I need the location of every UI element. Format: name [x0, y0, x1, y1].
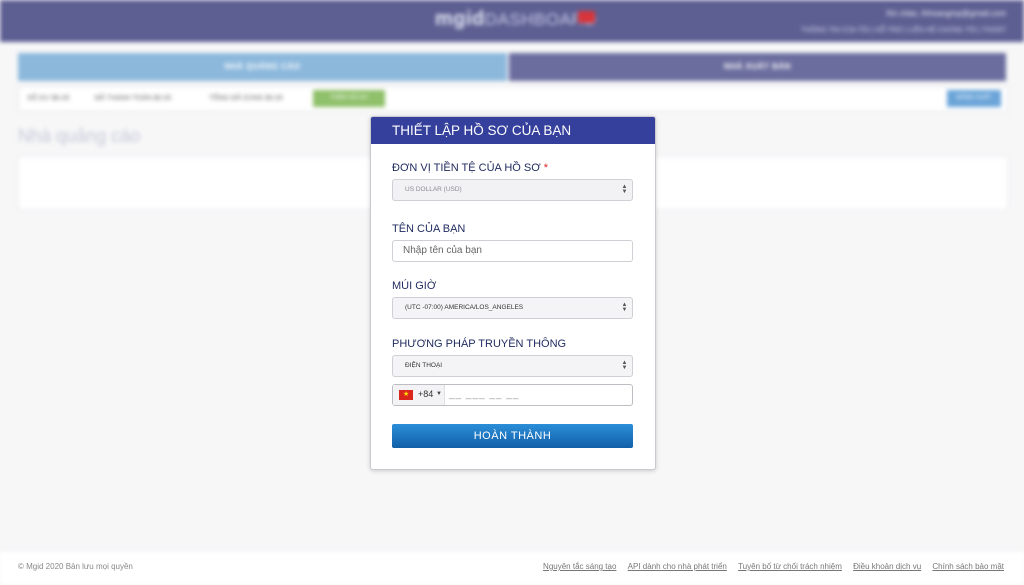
currency-select[interactable]: US DOLLAR (USD) ▲ ▼: [392, 179, 633, 201]
footer-link-disclaimer[interactable]: Tuyên bố từ chối trách nhiệm: [738, 562, 842, 571]
stat-paid: ĐÃ THANH TOÁN $0.00: [95, 95, 172, 102]
up-down-chevron-icon: ▲ ▼: [621, 302, 628, 313]
footer-link-terms[interactable]: Điều khoản dịch vụ: [853, 562, 921, 571]
currency-label-text: ĐƠN VỊ TIỀN TỆ CỦA HỒ SƠ: [392, 162, 541, 174]
phone-placeholder: __ ___ __ __: [449, 389, 520, 400]
method-label: PHƯƠNG PHÁP TRUYỀN THÔNG: [392, 338, 567, 350]
tab-publisher[interactable]: NHÀ XUẤT BẢN: [509, 53, 1006, 81]
name-label: TÊN CỦA BẠN: [392, 223, 466, 235]
required-mark: *: [543, 162, 548, 174]
currency-label: ĐƠN VỊ TIỀN TỆ CỦA HỒ SƠ *: [392, 162, 548, 174]
stat-total: TỔNG ĐÃ DÙNG $0.00: [209, 95, 283, 102]
country-code-dropdown[interactable]: ★ +84 ▼: [393, 385, 445, 405]
method-select-value: ĐIỆN THOẠI: [405, 362, 443, 369]
user-greeting: Xin chào, thhoangmp@gmail.com: [885, 9, 1006, 18]
complete-button[interactable]: HOÀN THÀNH: [392, 424, 633, 448]
tab-advertiser[interactable]: NHÀ QUẢNG CÁO: [18, 53, 507, 81]
language-flag-icon[interactable]: [578, 11, 595, 23]
timezone-select[interactable]: (UTC -07:00) AMERICA/LOS_ANGELES ▲ ▼: [392, 297, 633, 319]
up-down-chevron-icon: ▲ ▼: [621, 360, 628, 371]
up-down-chevron-icon: ▲ ▼: [621, 184, 628, 195]
profile-setup-modal: THIẾT LẬP HỒ SƠ CỦA BẠN ĐƠN VỊ TIỀN TỆ C…: [370, 116, 656, 470]
caret-down-icon: ▼: [436, 391, 442, 397]
vietnam-flag-icon: ★: [399, 390, 413, 400]
name-input[interactable]: Nhập tên của bạn: [392, 240, 633, 262]
method-select[interactable]: ĐIỆN THOẠI ▲ ▼: [392, 355, 633, 377]
role-tabs: NHÀ QUẢNG CÁO NHÀ XUẤT BẢN: [18, 53, 1006, 81]
top-links[interactable]: THÔNG TIN CỦA TÔI | HỖ TRỢ | LIÊN HỆ CHÚ…: [801, 27, 1006, 34]
top-header: mgidDASHBOARD Xin chào, thhoangmp@gmail.…: [0, 0, 1024, 42]
name-placeholder: Nhập tên của bạn: [403, 245, 482, 256]
footer-link-developer-api[interactable]: API dành cho nhà phát triển: [628, 562, 727, 571]
copyright-text: © Mgid 2020 Bản lưu mọi quyền: [18, 562, 133, 571]
footer-link-privacy[interactable]: Chính sách bảo mật: [932, 562, 1004, 571]
phone-input[interactable]: ★ +84 ▼ __ ___ __ __: [392, 384, 633, 406]
dial-code: +84: [418, 389, 434, 399]
modal-title: THIẾT LẬP HỒ SƠ CỦA BẠN: [371, 117, 655, 144]
stats-bar: SỐ DƯ $0.00 ĐÃ THANH TOÁN $0.00 TỔNG ĐÃ …: [18, 86, 1008, 112]
logo-main: mgid: [435, 8, 485, 30]
currency-select-value: US DOLLAR (USD): [405, 186, 462, 193]
footer-links: Nguyên tắc sáng tạo API dành cho nhà phá…: [534, 562, 1004, 571]
mgid-logo[interactable]: mgidDASHBOARD: [435, 8, 597, 31]
section-title: Nhà quảng cáo: [18, 126, 141, 146]
stat-balance: SỐ DƯ $0.00: [27, 95, 70, 102]
footer-link-creative-guidelines[interactable]: Nguyên tắc sáng tạo: [543, 562, 616, 571]
add-balance-button[interactable]: THÊM SỐ DƯ: [313, 90, 385, 107]
timezone-label: MÚI GIỜ: [392, 280, 437, 292]
action-button[interactable]: ĐĂNG XUẤT: [947, 90, 1001, 107]
timezone-select-value: (UTC -07:00) AMERICA/LOS_ANGELES: [405, 304, 524, 311]
